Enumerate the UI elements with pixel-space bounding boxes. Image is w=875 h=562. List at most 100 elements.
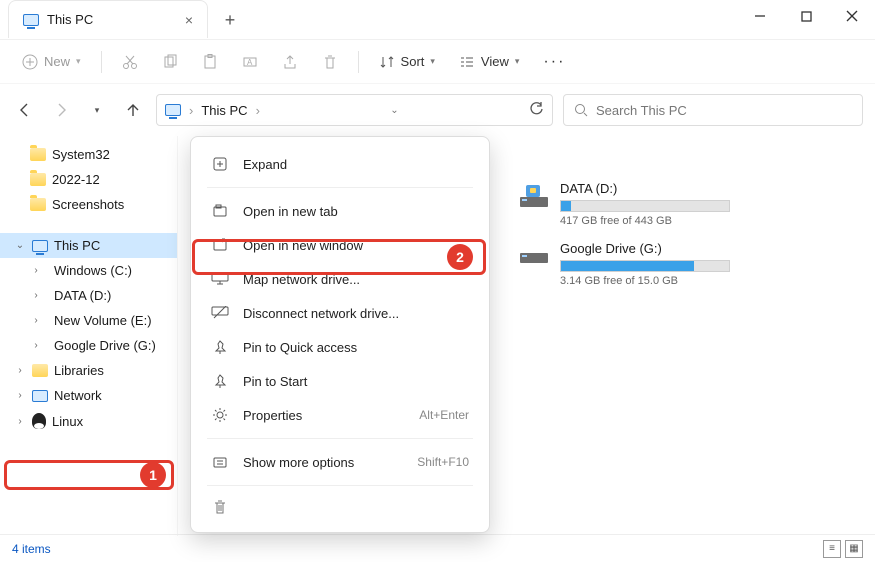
chevron-down-icon: ▾ xyxy=(76,56,81,67)
menu-separator xyxy=(207,485,473,486)
context-menu: Expand Open in new tab Open in new windo… xyxy=(190,136,490,533)
copy-button[interactable] xyxy=(152,48,188,76)
forward-button[interactable] xyxy=(48,97,74,123)
trash-icon xyxy=(211,498,229,516)
trash-icon xyxy=(322,54,338,70)
minimize-button[interactable] xyxy=(737,0,783,32)
tree-item-data-d[interactable]: › DATA (D:) xyxy=(0,283,177,308)
arrow-right-icon xyxy=(53,102,69,118)
tree-item-libraries[interactable]: › Libraries xyxy=(0,358,177,383)
menu-separator xyxy=(207,438,473,439)
tree-item-2022-12[interactable]: 2022-12 xyxy=(0,167,177,192)
chevron-right-icon[interactable]: › xyxy=(14,390,26,401)
menu-shortcut: Shift+F10 xyxy=(417,455,469,469)
pin-icon xyxy=(211,372,229,390)
search-icon xyxy=(574,103,588,117)
drive-item[interactable]: Google Drive (G:) 3.14 GB free of 15.0 G… xyxy=(518,241,728,287)
tab-this-pc[interactable]: This PC × xyxy=(8,0,208,38)
pc-icon xyxy=(165,104,181,116)
tree-item-screenshots[interactable]: Screenshots xyxy=(0,192,177,217)
drive-item[interactable]: DATA (D:) 417 GB free of 443 GB xyxy=(518,181,728,227)
tree-item-network[interactable]: › Network xyxy=(0,383,177,408)
chevron-down-icon: ▾ xyxy=(430,56,435,67)
menu-item-pin-start[interactable]: Pin to Start xyxy=(197,364,483,398)
drive-free: 3.14 GB free of 15.0 GB xyxy=(560,275,730,287)
annotation-step2-badge: 2 xyxy=(447,244,473,270)
paste-button[interactable] xyxy=(192,48,228,76)
navigation-row: ▾ › This PC › ⌄ Search This PC xyxy=(0,84,875,136)
chevron-right-icon[interactable]: › xyxy=(30,340,42,351)
view-button[interactable]: View ▾ xyxy=(449,48,529,76)
menu-item-pin-quick[interactable]: Pin to Quick access xyxy=(197,330,483,364)
recent-button[interactable]: ▾ xyxy=(84,97,110,123)
tree-label: Google Drive (G:) xyxy=(54,338,156,353)
cut-button[interactable] xyxy=(112,48,148,76)
separator xyxy=(358,51,359,73)
chevron-down-icon[interactable]: ⌄ xyxy=(14,240,26,251)
address-bar[interactable]: › This PC › ⌄ xyxy=(156,94,553,126)
chevron-right-icon[interactable]: › xyxy=(30,265,42,276)
chevron-down-icon[interactable]: ⌄ xyxy=(390,105,398,116)
pc-icon xyxy=(32,240,48,252)
menu-label: Map network drive... xyxy=(243,272,360,287)
menu-label: Expand xyxy=(243,157,287,172)
rename-button[interactable]: A xyxy=(232,48,268,76)
new-label: New xyxy=(44,54,70,69)
delete-button[interactable] xyxy=(312,48,348,76)
sort-button[interactable]: Sort ▾ xyxy=(369,48,445,76)
tree-label: Linux xyxy=(52,414,83,429)
search-input[interactable]: Search This PC xyxy=(563,94,863,126)
menu-item-new-window[interactable]: Open in new window xyxy=(197,228,483,262)
chevron-right-icon[interactable]: › xyxy=(30,290,42,301)
menu-label: Properties xyxy=(243,408,302,423)
more-icon xyxy=(211,453,229,471)
menu-item-expand[interactable]: Expand xyxy=(197,147,483,181)
view-icon xyxy=(459,54,475,70)
storage-bar xyxy=(560,200,730,212)
tree-item-system32[interactable]: System32 xyxy=(0,142,177,167)
menu-item-delete[interactable] xyxy=(197,492,483,522)
annotation-step1-badge: 1 xyxy=(140,462,166,488)
tree-item-linux[interactable]: › Linux xyxy=(0,408,177,434)
back-button[interactable] xyxy=(12,97,38,123)
drive-info: Google Drive (G:) 3.14 GB free of 15.0 G… xyxy=(560,241,730,287)
menu-item-map-network-drive[interactable]: Map network drive... xyxy=(197,262,483,296)
folder-icon xyxy=(30,148,46,161)
breadcrumb-root[interactable]: This PC xyxy=(201,103,247,118)
menu-item-properties[interactable]: Properties Alt+Enter xyxy=(197,398,483,432)
menu-label: Pin to Start xyxy=(243,374,307,389)
new-tab-button[interactable]: + xyxy=(214,4,246,36)
window-icon xyxy=(211,236,229,254)
storage-fill xyxy=(561,261,694,271)
details-view-button[interactable]: ≡ xyxy=(823,540,841,558)
up-button[interactable] xyxy=(120,97,146,123)
tree-item-gdrive-g[interactable]: › Google Drive (G:) xyxy=(0,333,177,358)
menu-separator xyxy=(207,187,473,188)
chevron-right-icon[interactable]: › xyxy=(30,315,42,326)
tree-label: This PC xyxy=(54,238,100,253)
grid-view-button[interactable]: ▦ xyxy=(845,540,863,558)
menu-shortcut: Alt+Enter xyxy=(419,408,469,422)
tree-item-newvol-e[interactable]: › New Volume (E:) xyxy=(0,308,177,333)
chevron-right-icon[interactable]: › xyxy=(14,365,26,376)
new-button[interactable]: New ▾ xyxy=(12,48,91,76)
menu-item-new-tab[interactable]: Open in new tab xyxy=(197,194,483,228)
chevron-right-icon[interactable]: › xyxy=(14,416,26,427)
libraries-icon xyxy=(32,364,48,377)
menu-item-disconnect-drive[interactable]: Disconnect network drive... xyxy=(197,296,483,330)
more-button[interactable]: ··· xyxy=(533,47,575,77)
maximize-button[interactable] xyxy=(783,0,829,32)
menu-label: Disconnect network drive... xyxy=(243,306,399,321)
content-area: ⌄ Devices and drives DATA (D:) 417 GB fr… xyxy=(178,136,875,536)
cut-icon xyxy=(122,54,138,70)
close-button[interactable] xyxy=(829,0,875,32)
refresh-button[interactable] xyxy=(529,101,544,119)
close-tab-icon[interactable]: × xyxy=(185,12,193,28)
chevron-down-icon: ▾ xyxy=(515,56,520,67)
tree-item-this-pc[interactable]: ⌄ This PC xyxy=(0,233,177,258)
sort-label: Sort xyxy=(401,54,425,69)
menu-item-show-more[interactable]: Show more options Shift+F10 xyxy=(197,445,483,479)
refresh-icon xyxy=(529,101,544,116)
tree-item-windows-c[interactable]: › Windows (C:) xyxy=(0,258,177,283)
share-button[interactable] xyxy=(272,48,308,76)
